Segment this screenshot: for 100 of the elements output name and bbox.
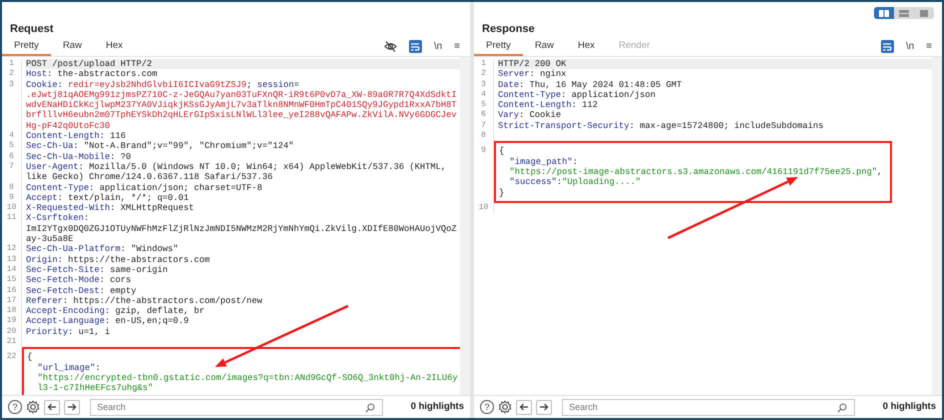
code-line: ay-3u5a8E xyxy=(26,234,74,244)
newline-toggle[interactable]: \n xyxy=(434,42,442,52)
search-icon xyxy=(836,402,847,412)
search-field[interactable]: Search xyxy=(562,398,855,416)
line-number: 6 xyxy=(8,152,15,162)
menu-button[interactable]: ≡ xyxy=(454,42,460,52)
search-icon xyxy=(364,402,375,412)
code-line: Accept-Language: en-US,en;q=0.9 xyxy=(26,316,190,327)
panel-title: Response xyxy=(481,22,536,37)
code-line: like Gecko) Chrome/124.0.6367.118 Safari/537.36 xyxy=(26,172,274,183)
line-number: 20 xyxy=(6,326,18,338)
code-line: "url_image": xyxy=(36,362,102,373)
code-line: Date: Thu, 16 May 2024 01:48:05 GMT xyxy=(498,80,683,90)
code-line: { xyxy=(27,352,34,363)
code-line: } xyxy=(499,188,506,198)
tab[interactable]: Hex xyxy=(566,38,607,56)
line-number: 17 xyxy=(6,296,18,306)
line-number: 19 xyxy=(6,316,18,327)
code-line: { xyxy=(499,146,506,157)
wrap-toggle[interactable] xyxy=(408,40,422,53)
line-number: 4 xyxy=(480,90,487,100)
line-number: 22 xyxy=(6,352,18,363)
code-line: brflllvH6eubn2m07TphEYSkDh2qHLErGIpSxisLNlWLl3lee_yeI288vQAFAPw.ZkVilA.NVy6GDGCJev xyxy=(26,110,458,121)
code-line: wdvENaHDiCkKcjlwpM237YA0VJiqkjKSsGJyAmjL7v3aTlkn8NMnWF0HmTpC401SQy9JGypd1RxxA7bH8T xyxy=(26,100,458,110)
code-line: Content-Length: 116 xyxy=(26,131,127,142)
newline-toggle[interactable]: \n xyxy=(906,42,914,52)
code-line: Referer: https://the-abstractors.com/post/new xyxy=(26,296,264,306)
arrow-left-icon xyxy=(47,402,57,412)
settings-icon[interactable] xyxy=(26,400,40,414)
code-line: Content-Type: application/json; charset=UTF-8 xyxy=(26,182,264,193)
line-number: 16 xyxy=(6,286,18,296)
line-number: 9 xyxy=(480,146,487,157)
code-line: X-Csrftoken: xyxy=(26,213,90,224)
code-line: Accept: text/plain, */*; q=0.01 xyxy=(26,192,190,204)
code-line: l3-1-c7IhHeEFcs7uhg&s" xyxy=(36,383,154,394)
tab[interactable]: Pretty xyxy=(474,38,523,56)
code-line: Priority: u=1, i xyxy=(26,326,112,338)
line-number: 3 xyxy=(8,80,15,90)
panel-title: Request xyxy=(9,22,54,37)
help-button[interactable]: ? xyxy=(8,400,22,414)
line-number: 14 xyxy=(6,264,18,276)
line-number: 9 xyxy=(8,192,15,204)
line-number: 8 xyxy=(8,182,15,193)
code-line: "https://encrypted-tbn0.gstatic.com/images?q=tbn:ANd9GcQf-SO6Q_3nkt0hj-An-2ILU6y xyxy=(36,372,458,384)
code-line: Accept-Encoding: gzip, deflate, br xyxy=(26,306,206,316)
line-number: 5 xyxy=(480,100,487,110)
code-line: Host: the-abstractors.com xyxy=(26,69,158,80)
line-number: 3 xyxy=(480,80,487,90)
line-number: 1 xyxy=(8,59,15,70)
line-number: 12 xyxy=(6,244,18,255)
line-number: 11 xyxy=(6,213,18,224)
hide-icon[interactable] xyxy=(384,40,397,53)
code-line: Origin: https://the-abstractors.com xyxy=(26,254,211,265)
code-line: "image_path": xyxy=(508,156,579,167)
line-number: 2 xyxy=(480,69,487,80)
settings-icon[interactable] xyxy=(498,400,512,414)
line-number: 7 xyxy=(8,162,15,172)
code-line: ImI2YTgx0DQ0ZGJ1OTUyNWFhMzFlZjRlNzJmNDI5NWMzM2RjYmNhYmQi.ZkVilg.XDIfE80WoHAUojVQoZ xyxy=(26,224,458,234)
help-button[interactable]: ? xyxy=(480,400,494,414)
code-line: Cookie: redir=eyJsb2NhdGlvbiI6ICIvaG9tZSJ9; session= xyxy=(26,80,300,90)
line-number: 6 xyxy=(480,110,487,121)
line-number: 15 xyxy=(6,275,18,286)
line-number: 10 xyxy=(478,202,490,214)
line-number: 1 xyxy=(480,59,487,70)
forward-button[interactable] xyxy=(536,400,552,414)
layout-toggle-button[interactable] xyxy=(874,7,894,19)
code-line: Hg-pF42q0UtoFc30 xyxy=(26,120,112,132)
tab[interactable]: Pretty xyxy=(2,38,51,56)
line-number: 5 xyxy=(8,141,15,152)
code-line: Strict-Transport-Security: max-age=15724800; includeSubdomains xyxy=(498,120,825,132)
forward-button[interactable] xyxy=(64,400,80,414)
highlights-count: 0 highlights xyxy=(882,400,936,414)
line-number: 2 xyxy=(8,69,15,80)
code-line: "success":"Uploading...." xyxy=(508,177,642,188)
code-line: "https://post-image-abstractors.s3.amazonaws.com/4161191d7f75ee25.png", xyxy=(508,166,882,178)
back-button[interactable] xyxy=(44,400,60,414)
line-number: 7 xyxy=(480,120,487,132)
code-line: Sec-Fetch-Site: same-origin xyxy=(26,264,169,276)
tab[interactable]: Raw xyxy=(50,38,94,56)
search-field[interactable]: Search xyxy=(90,398,383,416)
line-number: 8 xyxy=(480,131,487,142)
highlights-count: 0 highlights xyxy=(410,400,464,414)
rows-layout-icon xyxy=(899,10,909,16)
tab[interactable]: Raw xyxy=(522,38,566,56)
code-line: Server: nginx xyxy=(498,69,568,80)
line-number: 18 xyxy=(6,306,18,316)
arrow-right-icon xyxy=(67,402,77,412)
tab[interactable]: Hex xyxy=(94,38,135,56)
code-line: Sec-Fetch-Mode: cors xyxy=(26,275,132,286)
code-line: Sec-Ch-Ua-Platform: "Windows" xyxy=(26,244,180,255)
code-line: .eJwtj81qAOEMg991zjmsPZ710C-z-JeGQAu7yan03TuFXnQR-iR9t6P0vD7a_XW-89a0R7R7Q4XdSdktI xyxy=(26,90,458,100)
line-number: 4 xyxy=(8,131,15,142)
line-number: 10 xyxy=(6,203,18,214)
wrap-toggle[interactable] xyxy=(880,40,894,53)
back-button[interactable] xyxy=(516,400,532,414)
code-line: X-Requested-With: XMLHttpRequest xyxy=(26,203,196,214)
code-line: Vary: Cookie xyxy=(498,110,562,121)
code-line: Sec-Ch-Ua: "Not-A.Brand";v="99", "Chromium";v="124" xyxy=(26,141,295,152)
menu-button[interactable]: ≡ xyxy=(926,42,932,52)
line-number: 21 xyxy=(6,337,18,348)
